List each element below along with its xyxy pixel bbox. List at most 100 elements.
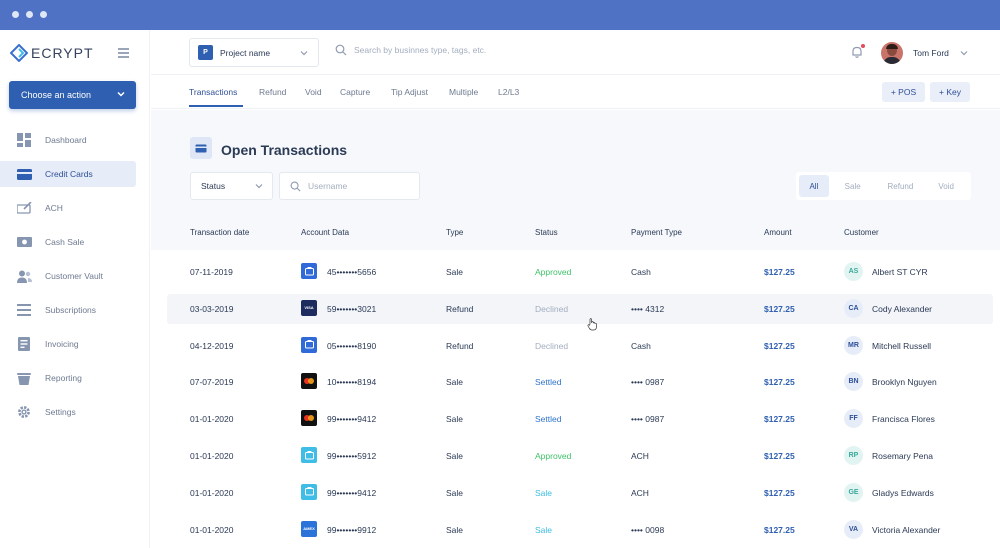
column-header[interactable]: Customer — [844, 228, 879, 237]
column-header[interactable]: Transaction date — [190, 228, 249, 237]
gear-icon — [16, 405, 32, 419]
menu-toggle-icon[interactable] — [118, 48, 129, 58]
sidebar-item-customer-vault[interactable]: Customer Vault — [0, 263, 136, 289]
table-row[interactable]: 07-07-2019 10•••••••8194 Sale Settled •••• 0… — [167, 367, 993, 397]
transaction-type: Refund — [446, 303, 474, 314]
filter-void[interactable]: Void — [924, 175, 968, 197]
customer-name[interactable]: Albert ST CYR — [872, 267, 928, 277]
cyan-card-icon — [301, 447, 317, 463]
customer-name[interactable]: Victoria Alexander — [872, 525, 940, 535]
status-badge: Declined — [535, 340, 569, 351]
table-row[interactable]: 03-03-2019 VISA 59•••••••3021 Refund Decline… — [167, 293, 993, 324]
sidebar-item-subscriptions[interactable]: Subscriptions — [0, 297, 136, 323]
account-data: 10•••••••8194 — [327, 377, 377, 388]
transaction-type: Sale — [446, 451, 464, 461]
window-dot-icon[interactable] — [26, 11, 33, 18]
tab-refund[interactable]: Refund — [259, 87, 286, 97]
type-filter-group: All Sale Refund Void — [796, 172, 971, 200]
column-header[interactable]: Type — [446, 228, 463, 237]
customer-name[interactable]: Francisca Flores — [872, 414, 935, 424]
tab-tip-adjust[interactable]: Tip Adjust — [391, 87, 428, 97]
customer-name[interactable]: Cody Alexander — [872, 304, 932, 314]
customer-name[interactable]: Brooklyn Nguyen — [872, 377, 937, 387]
status-badge: Approved — [535, 451, 572, 461]
amount: $127.25 — [764, 524, 795, 535]
sidebar-item-credit-cards[interactable]: Credit Cards — [0, 161, 136, 187]
window-titlebar — [0, 0, 1000, 30]
amount: $127.25 — [764, 303, 795, 314]
customer-avatar[interactable]: CA — [844, 298, 863, 318]
customer-name[interactable]: Mitchell Russell — [872, 341, 931, 351]
add-key-button[interactable]: + Key — [930, 82, 970, 102]
tab-multiple[interactable]: Multiple — [449, 87, 478, 97]
customer-avatar[interactable]: VA — [844, 519, 863, 539]
transaction-date: 07-11-2019 — [190, 267, 233, 277]
tab-void[interactable]: Void — [305, 87, 322, 97]
customer-avatar[interactable]: BN — [844, 372, 863, 392]
cyan-card-icon — [301, 483, 317, 500]
transactions-table: 07-11-2019 45•••••••5656 Sale Approved Cash $… — [151, 250, 1000, 548]
add-pos-button[interactable]: + POS — [882, 82, 925, 102]
table-row[interactable]: 01-01-2020 99•••••••5912 Sale Approved ACH $1… — [167, 441, 993, 471]
search-input[interactable] — [354, 45, 554, 55]
window-dot-icon[interactable] — [40, 11, 47, 18]
column-header[interactable]: Account Data — [301, 228, 349, 237]
table-row[interactable]: 04-12-2019 05•••••••8190 Refund Declined Cas… — [167, 331, 993, 361]
user-name[interactable]: Tom Ford — [913, 48, 949, 58]
filter-sale[interactable]: Sale — [829, 175, 877, 197]
avatar[interactable] — [881, 42, 903, 64]
filter-all[interactable]: All — [799, 175, 829, 197]
transaction-date: 01-01-2020 — [190, 414, 234, 425]
column-header[interactable]: Payment Type — [631, 228, 682, 237]
transaction-type: Sale — [446, 414, 464, 425]
card-brand-text: AMEX — [303, 526, 315, 532]
table-row[interactable]: 07-11-2019 45•••••••5656 Sale Approved Cash $… — [167, 257, 993, 287]
sidebar-item-cash-sale[interactable]: Cash Sale — [0, 229, 136, 255]
search-icon — [290, 181, 301, 191]
status-dropdown[interactable]: Status — [190, 172, 273, 200]
choose-action-button[interactable]: Choose an action — [9, 81, 136, 109]
sidebar-item-dashboard[interactable]: Dashboard — [0, 127, 136, 153]
window-dot-icon[interactable] — [12, 11, 19, 18]
dashboard-icon — [16, 133, 32, 147]
transaction-date: 01-01-2020 — [190, 451, 234, 461]
username-filter — [279, 172, 420, 200]
invoice-icon — [16, 337, 32, 351]
tab-l2-l3[interactable]: L2/L3 — [498, 87, 519, 97]
logo-text: ECRYPT — [31, 45, 94, 61]
sidebar-item-label: Dashboard — [45, 135, 87, 145]
username-input[interactable] — [308, 181, 408, 191]
status-badge: Sale — [535, 524, 553, 535]
notification-dot — [861, 44, 865, 48]
status-badge: Sale — [535, 487, 553, 498]
column-header[interactable]: Amount — [764, 228, 792, 237]
chevron-down-icon[interactable] — [959, 48, 969, 58]
account-data: 59•••••••3021 — [327, 303, 377, 314]
project-selector[interactable]: P Project name — [189, 38, 319, 67]
payment-type: ACH — [631, 487, 649, 498]
table-row[interactable]: 01-01-2020 99•••••••9412 Sale Sale ACH $127.2… — [167, 478, 993, 508]
customer-avatar[interactable]: RP — [844, 446, 863, 465]
sidebar-item-settings[interactable]: Settings — [0, 399, 136, 425]
global-search — [335, 44, 554, 56]
logo[interactable]: ECRYPT — [10, 43, 94, 63]
column-header[interactable]: Status — [535, 228, 558, 237]
sidebar-item-invoicing[interactable]: Invoicing — [0, 331, 136, 357]
amount: $127.25 — [764, 377, 795, 388]
filter-refund[interactable]: Refund — [877, 175, 925, 197]
sidebar-item-ach[interactable]: ACH — [0, 195, 136, 221]
customer-name[interactable]: Rosemary Pena — [872, 451, 933, 461]
sidebar-item-reporting[interactable]: Reporting — [0, 365, 136, 391]
customer-avatar[interactable]: GE — [844, 482, 863, 502]
transaction-date: 07-07-2019 — [190, 377, 234, 388]
customer-name[interactable]: Gladys Edwards — [872, 488, 934, 498]
customer-avatar[interactable]: AS — [844, 262, 863, 281]
table-header: Transaction date Account Data Type Status Pa… — [151, 220, 1000, 248]
table-row[interactable]: 01-01-2020 99•••••••9412 Sale Settled •••• 0… — [167, 404, 993, 434]
tab-transactions[interactable]: Transactions — [189, 87, 237, 97]
customer-avatar[interactable]: FF — [844, 409, 863, 429]
customer-avatar[interactable]: MR — [844, 335, 863, 355]
tab-capture[interactable]: Capture — [340, 87, 370, 97]
sidebar-item-label: Customer Vault — [45, 271, 103, 281]
table-row[interactable]: 01-01-2020 AMEX 99•••••••9912 Sale Sale •••• … — [167, 515, 993, 545]
